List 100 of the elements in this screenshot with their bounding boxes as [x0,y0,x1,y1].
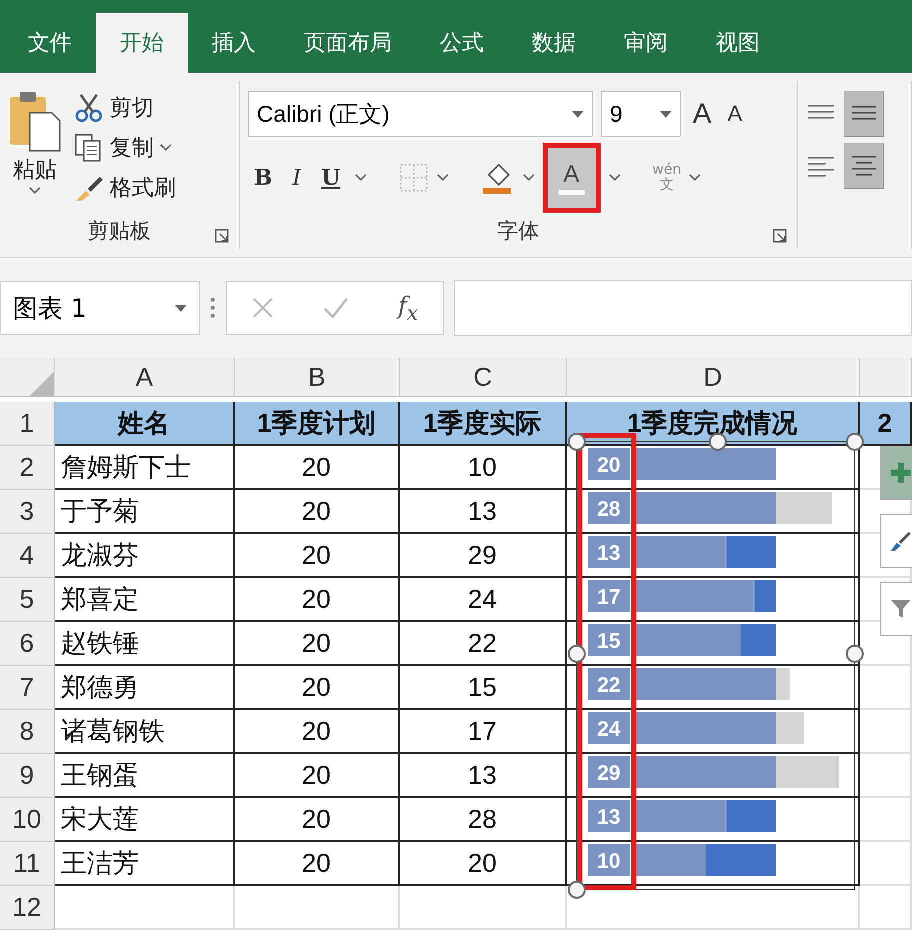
header-cell: 1季度实际 [400,402,567,446]
paintbrush-icon [888,529,912,553]
row-header[interactable]: 3 [0,490,55,534]
table-cell [860,666,912,710]
font-color-button[interactable]: A [542,143,600,213]
table-cell: 郑喜定 [55,578,235,622]
data-label: 24 [588,712,630,744]
data-label: 13 [588,800,630,832]
column-header[interactable]: C [400,358,567,397]
table-cell: 于予菊 [55,490,235,534]
column-header[interactable]: D [567,358,860,397]
selection-handle[interactable] [568,433,586,451]
ribbon-tab[interactable]: 插入 [188,13,280,73]
table-cell: 20 [235,842,400,886]
plus-icon [888,461,912,485]
table-cell: 28 [400,798,567,842]
ribbon-tab[interactable]: 页面布局 [280,13,416,73]
table-cell: 24 [400,578,567,622]
chart-filters-button[interactable] [880,582,912,636]
header-cell: 1季度计划 [235,402,400,446]
grow-font-button[interactable]: A [689,98,716,130]
selection-handle[interactable] [846,645,864,663]
dialog-launcher-icon[interactable] [773,229,787,243]
table-cell: 13 [400,754,567,798]
table-cell: 20 [235,710,400,754]
italic-button[interactable]: I [286,162,308,194]
ribbon-tab[interactable]: 审阅 [600,13,692,73]
formula-input[interactable] [454,280,912,336]
table-cell [860,798,912,842]
row-header[interactable]: 11 [0,842,55,886]
name-box[interactable]: 图表 1 [0,281,200,335]
table-cell: 郑德勇 [55,666,235,710]
filter-icon [888,597,912,621]
bold-button[interactable]: B [248,161,279,195]
copy-button[interactable]: 复制 [72,131,178,165]
column-header[interactable]: B [235,358,400,397]
clipboard-icon [8,91,62,153]
table-cell: 詹姆斯下士 [55,446,235,490]
paste-button[interactable]: 粘贴 [8,91,62,213]
caret-icon [354,174,366,182]
column-header[interactable]: A [55,358,235,397]
table-cell: 宋大莲 [55,798,235,842]
header-cell: 1季度完成情况 [567,402,860,446]
table-cell: 赵铁锤 [55,622,235,666]
check-icon[interactable] [322,297,349,319]
row-header[interactable]: 9 [0,754,55,798]
more-icon [210,297,216,319]
table-cell: 王钢蛋 [55,754,235,798]
data-label: 10 [588,844,630,876]
underline-button[interactable]: U [315,161,346,195]
row-header[interactable]: 7 [0,666,55,710]
data-label: 20 [588,448,630,480]
table-cell: 10 [400,446,567,490]
table-cell [860,710,912,754]
row-header[interactable]: 6 [0,622,55,666]
ribbon-tab[interactable]: 文件 [4,13,96,73]
data-label: 17 [588,580,630,612]
header-cell: 2 [860,402,912,446]
align-middle-icon[interactable] [844,91,884,137]
table-cell: 13 [400,490,567,534]
insert-function-button[interactable]: f$_{x}$ [398,292,418,324]
caret-icon [608,174,620,182]
table-cell: 20 [235,490,400,534]
selection-handle[interactable] [568,881,586,899]
selection-handle[interactable] [568,645,586,663]
data-label: 15 [588,624,630,656]
font-name-dropdown[interactable]: Calibri (正文) [248,91,593,137]
row-header[interactable]: 8 [0,710,55,754]
row-header[interactable]: 1 [0,402,55,446]
cut-button[interactable]: 剪切 [72,91,178,125]
group-label: 字体 [498,218,540,245]
table-cell: 17 [400,710,567,754]
row-header[interactable]: 12 [0,886,55,930]
table-cell: 20 [235,666,400,710]
selection-handle[interactable] [846,433,864,451]
dialog-launcher-icon[interactable] [215,229,229,243]
ribbon-tab[interactable]: 数据 [508,13,600,73]
caret-icon [175,304,187,312]
format-painter-button[interactable]: 格式刷 [72,171,178,205]
table-cell: 20 [235,622,400,666]
copy-icon [74,133,104,163]
chart-styles-button[interactable] [880,514,912,568]
ribbon-tab[interactable]: 开始 [96,13,188,73]
caret-icon [436,174,448,182]
align-center-icon[interactable] [844,143,884,189]
table-cell: 龙淑芬 [55,534,235,578]
caret-icon [160,144,172,152]
table-cell [860,886,912,930]
group-label: 剪贴板 [88,218,151,245]
ribbon-tab[interactable]: 视图 [692,13,784,73]
ribbon-tab[interactable]: 公式 [416,13,508,73]
bar [706,844,776,876]
shrink-font-button[interactable]: A [724,101,746,127]
row-header[interactable]: 5 [0,578,55,622]
table-cell [860,842,912,886]
row-header[interactable]: 2 [0,446,55,490]
row-header[interactable]: 4 [0,534,55,578]
row-header[interactable]: 10 [0,798,55,842]
font-size-dropdown[interactable]: 9 [601,91,681,137]
table-cell: 20 [400,842,567,886]
